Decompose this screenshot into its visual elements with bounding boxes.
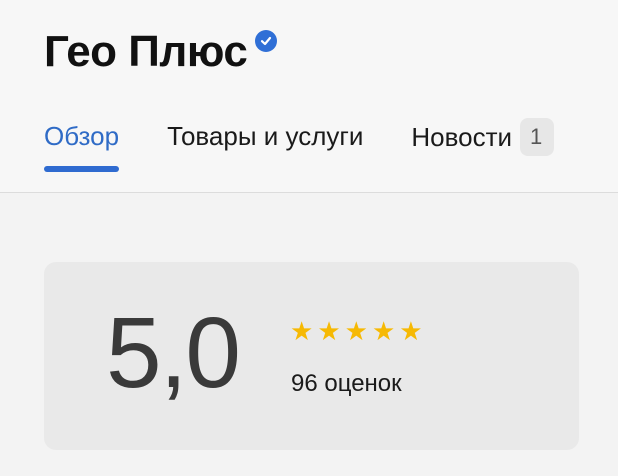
news-count-badge: 1	[520, 118, 555, 156]
reviews-count[interactable]: 96 оценок	[291, 370, 402, 398]
tabs: Обзор Товары и услуги Новости 1	[44, 118, 555, 172]
rating-score: 5,0	[106, 297, 241, 409]
verified-check-icon	[255, 30, 278, 52]
star-icon: ★	[371, 316, 396, 346]
tab-overview[interactable]: Обзор	[44, 118, 120, 172]
star-icon: ★	[344, 316, 368, 346]
company-name: Гео Плюс	[44, 27, 248, 76]
star-icon: ★	[290, 316, 314, 346]
tab-goods-and-services[interactable]: Товары и услуги	[167, 118, 363, 154]
star-icon: ★	[317, 316, 341, 346]
rating-stars: ★ ★ ★ ★ ★	[290, 318, 427, 344]
tab-news-label: Новости	[411, 122, 513, 152]
tab-news[interactable]: Новости 1	[411, 118, 555, 156]
star-icon: ★	[399, 316, 423, 346]
header: Гео Плюс Обзор Товары и услуги Новости 1	[0, 0, 618, 193]
rating-card: 5,0 ★ ★ ★ ★ ★ 96 оценок	[44, 262, 579, 450]
title-row: Гео Плюс	[44, 26, 278, 78]
